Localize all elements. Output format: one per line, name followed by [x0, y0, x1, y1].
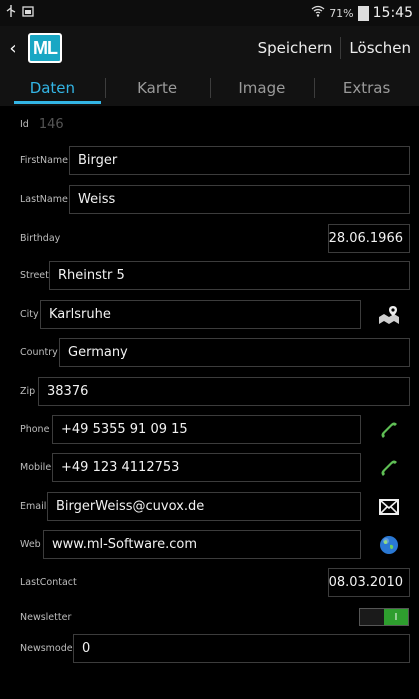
tab-karte[interactable]: Karte	[104, 70, 210, 106]
newsmode-label: Newsmode	[20, 643, 73, 654]
tab-bar: Daten Karte Image Extras	[0, 70, 419, 106]
zip-label: Zip	[20, 386, 36, 397]
id-label: Id	[20, 118, 29, 130]
status-right: 71% 15:45	[311, 5, 419, 21]
lastname-row: LastName Weiss	[0, 184, 419, 215]
birthday-field[interactable]: 28.06.1966	[328, 224, 410, 253]
street-row: Street Rheinstr 5	[0, 260, 419, 291]
country-label: Country	[20, 347, 58, 358]
battery-icon	[357, 5, 369, 21]
firstname-row: FirstName Birger	[0, 145, 419, 176]
status-bar: 71% 15:45	[0, 0, 419, 26]
mobile-row: Mobile +49 123 4112753	[0, 452, 419, 483]
newsmode-field[interactable]: 0	[73, 634, 410, 663]
country-row: Country Germany	[0, 337, 419, 368]
image-notification-icon	[22, 5, 34, 21]
email-label: Email	[20, 501, 47, 512]
tab-extras[interactable]: Extras	[314, 70, 419, 106]
web-row: Web www.ml-Software.com	[0, 529, 419, 560]
birthday-row: Birthday 28.06.1966	[0, 223, 419, 254]
zip-field[interactable]: 38376	[38, 377, 410, 406]
lastcontact-field[interactable]: 08.03.2010	[328, 568, 410, 597]
zip-row: Zip 38376	[0, 376, 419, 407]
phone-icon[interactable]	[377, 418, 401, 442]
back-icon[interactable]: ‹	[4, 38, 22, 59]
action-bar: ‹ ML Speichern Löschen	[0, 26, 419, 70]
toggle-on-side: I	[384, 609, 408, 625]
web-field[interactable]: www.ml-Software.com	[43, 530, 361, 559]
email-row: Email BirgerWeiss@cuvox.de	[0, 491, 419, 522]
globe-icon[interactable]	[377, 533, 401, 557]
country-field[interactable]: Germany	[59, 338, 410, 367]
firstname-label: FirstName	[20, 155, 69, 166]
clock: 15:45	[372, 5, 413, 21]
phone-field[interactable]: +49 5355 91 09 15	[52, 415, 361, 444]
wifi-icon	[311, 5, 325, 21]
email-field[interactable]: BirgerWeiss@cuvox.de	[47, 492, 361, 521]
newsletter-toggle[interactable]: I	[359, 608, 409, 626]
delete-button[interactable]: Löschen	[341, 39, 419, 57]
envelope-icon[interactable]	[377, 495, 401, 519]
toggle-off-side	[360, 609, 384, 625]
id-row: Id 146	[0, 112, 419, 136]
phone-row: Phone +49 5355 91 09 15	[0, 414, 419, 445]
newsletter-label: Newsletter	[20, 611, 72, 623]
newsletter-row: Newsletter I	[0, 606, 419, 628]
battery-percent: 71%	[329, 6, 354, 20]
usb-icon	[6, 5, 16, 21]
mobile-label: Mobile	[20, 462, 52, 473]
map-icon[interactable]	[377, 303, 401, 327]
save-button[interactable]: Speichern	[250, 39, 341, 57]
lastname-label: LastName	[20, 194, 68, 205]
firstname-field[interactable]: Birger	[69, 146, 410, 175]
id-value: 146	[38, 116, 64, 132]
street-label: Street	[20, 270, 49, 281]
app-logo[interactable]: ML	[28, 33, 62, 63]
web-label: Web	[20, 539, 41, 550]
mobile-field[interactable]: +49 123 4112753	[52, 453, 361, 482]
phone-label: Phone	[20, 424, 50, 435]
action-buttons: Speichern Löschen	[250, 26, 419, 70]
newsmode-row: Newsmode 0	[0, 633, 419, 664]
mobile-phone-icon[interactable]	[377, 456, 401, 480]
tab-image[interactable]: Image	[209, 70, 315, 106]
tab-daten[interactable]: Daten	[0, 70, 105, 106]
city-field[interactable]: Karlsruhe	[40, 300, 361, 329]
city-row: City Karlsruhe	[0, 299, 419, 330]
city-label: City	[20, 309, 39, 320]
lastcontact-row: LastContact 08.03.2010	[0, 567, 419, 598]
street-field[interactable]: Rheinstr 5	[49, 261, 410, 290]
status-left	[0, 5, 34, 21]
lastcontact-label: LastContact	[20, 577, 77, 588]
birthday-label: Birthday	[20, 233, 61, 244]
lastname-field[interactable]: Weiss	[69, 185, 410, 214]
